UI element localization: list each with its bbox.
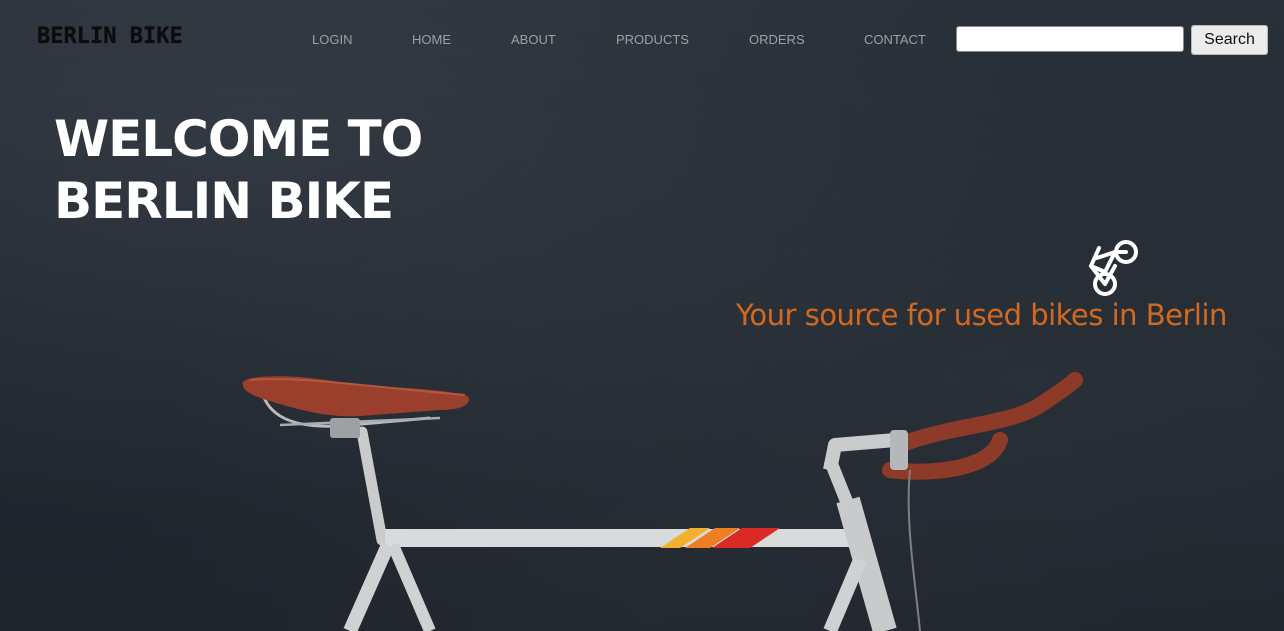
search-input[interactable] (956, 26, 1184, 52)
nav-orders-link[interactable]: ORDERS (749, 32, 805, 47)
search-button[interactable]: Search (1191, 25, 1268, 55)
bicycle-icon (1089, 240, 1138, 296)
hero-title: WELCOME TO BERLIN BIKE (54, 108, 423, 232)
hero-title-line-1: WELCOME TO (54, 110, 423, 168)
nav-about-link[interactable]: ABOUT (511, 32, 556, 47)
nav-home-link[interactable]: HOME (412, 32, 451, 47)
hero-tagline: Your source for used bikes in Berlin (736, 298, 1227, 332)
nav-login-link[interactable]: LOGIN (312, 32, 352, 47)
hero-title-line-2: BERLIN BIKE (54, 172, 394, 230)
nav-contact-link[interactable]: CONTACT (864, 32, 926, 47)
nav-products-link[interactable]: PRODUCTS (616, 32, 689, 47)
site-logo[interactable]: BERLIN BIKE (37, 24, 183, 49)
